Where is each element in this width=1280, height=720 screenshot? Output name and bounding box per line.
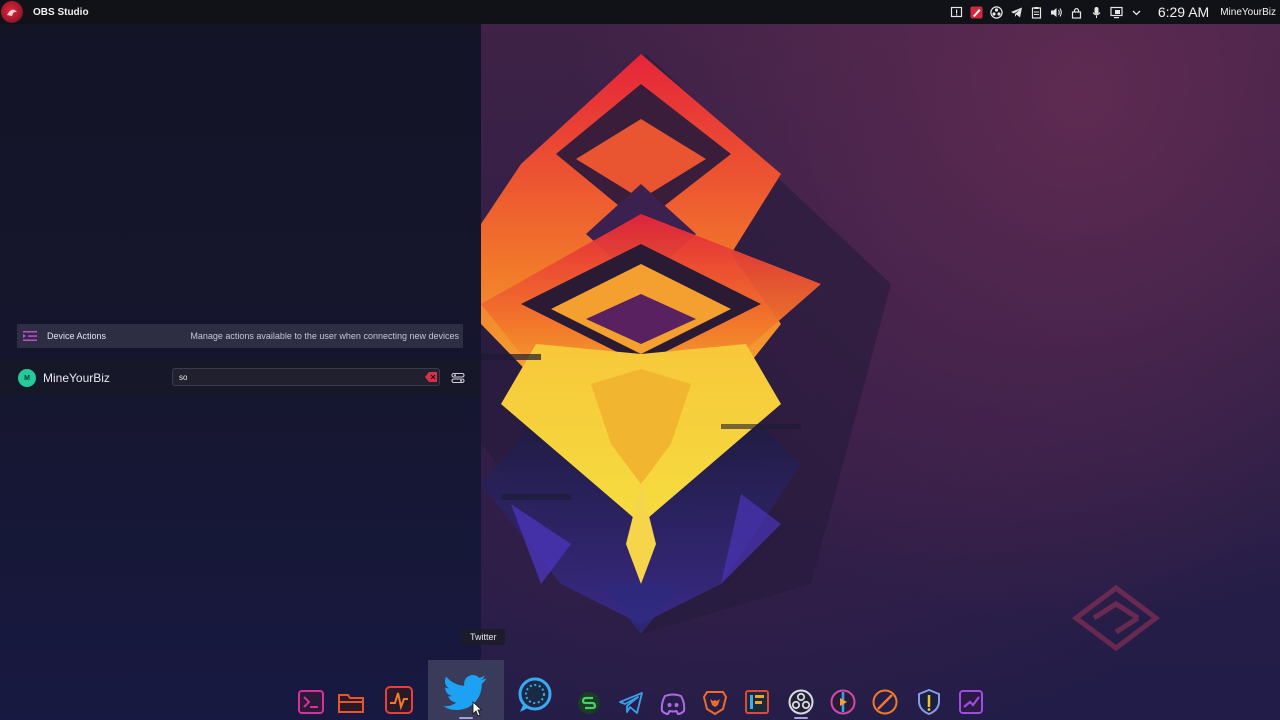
- dock-item-system-monitor[interactable]: [378, 660, 420, 720]
- clear-input-icon[interactable]: [425, 372, 437, 382]
- active-app-title: OBS Studio: [33, 6, 89, 18]
- clock[interactable]: 6:29 AM: [1158, 4, 1209, 20]
- steam-icon: [959, 690, 983, 714]
- dock-item-app-s[interactable]: [568, 660, 610, 720]
- telegram-icon: [619, 692, 643, 714]
- desktop-wallpaper: [481, 24, 1280, 720]
- lock-icon[interactable]: [1070, 6, 1083, 19]
- multimedia-icon: [830, 689, 856, 715]
- running-indicator: [459, 717, 473, 719]
- folder-icon: [338, 694, 364, 713]
- brave-lion-icon: [702, 691, 728, 715]
- device-actions-title: Device Actions: [47, 331, 107, 341]
- dock-item-twitter[interactable]: [428, 660, 504, 720]
- microphone-icon[interactable]: [1090, 6, 1103, 19]
- display-icon[interactable]: [1110, 6, 1123, 19]
- obs-icon[interactable]: [990, 5, 1003, 19]
- dock-item-compass[interactable]: [864, 660, 906, 720]
- dock-item-obs[interactable]: [780, 660, 822, 720]
- dock-item-telegram[interactable]: [610, 660, 652, 720]
- dock-item-steam-chat[interactable]: [514, 660, 556, 720]
- avatar: M: [18, 369, 36, 387]
- session-user-name[interactable]: MineYourBiz: [1220, 7, 1276, 18]
- configure-action-icon[interactable]: [451, 371, 465, 385]
- store-icon: [745, 690, 769, 714]
- green-s-icon: [578, 692, 600, 714]
- chat-ring-icon: [518, 677, 552, 712]
- dock-item-discord[interactable]: [652, 660, 694, 720]
- clipboard-icon[interactable]: [1030, 6, 1043, 19]
- dock-item-security[interactable]: [908, 660, 950, 720]
- activity-monitor-icon: [385, 686, 413, 714]
- top-panel: OBS Studio 6:29 AM MineYourBiz: [0, 0, 1280, 24]
- dock-tooltip: Twitter: [462, 629, 505, 645]
- user-action-row: M MineYourBiz: [0, 360, 481, 396]
- dock: [290, 660, 990, 720]
- dock-item-terminal[interactable]: [290, 660, 332, 720]
- compass-icon: [872, 689, 898, 715]
- dock-item-files[interactable]: [330, 660, 372, 720]
- user-name-label: MineYourBiz: [43, 371, 110, 385]
- device-actions-description: Manage actions available to the user whe…: [190, 331, 459, 341]
- app-menu-logo-icon[interactable]: [1, 1, 23, 23]
- telegram-icon[interactable]: [1010, 6, 1023, 19]
- shield-icon: [918, 689, 940, 715]
- mouse-cursor-icon: [472, 701, 482, 717]
- obs-icon: [788, 689, 814, 715]
- dock-item-multimedia[interactable]: [822, 660, 864, 720]
- terminal-icon: [298, 690, 324, 714]
- device-actions-header[interactable]: Device Actions Manage actions available …: [17, 324, 463, 348]
- system-tray: 6:29 AM MineYourBiz: [950, 0, 1280, 24]
- dock-item-app-store[interactable]: [736, 660, 778, 720]
- list-actions-icon: [23, 331, 37, 341]
- discord-icon: [660, 693, 686, 715]
- chevron-down-icon[interactable]: [1130, 6, 1143, 19]
- dock-item-steam[interactable]: [950, 660, 992, 720]
- volume-icon[interactable]: [1050, 6, 1063, 19]
- dock-item-brave[interactable]: [694, 660, 736, 720]
- action-search-input[interactable]: [172, 368, 440, 386]
- notification-icon[interactable]: [950, 6, 963, 19]
- wallpaper-art: [481, 54, 1161, 652]
- pen-icon[interactable]: [970, 6, 983, 19]
- twitter-bird-icon: [443, 675, 487, 710]
- running-indicator: [794, 717, 808, 719]
